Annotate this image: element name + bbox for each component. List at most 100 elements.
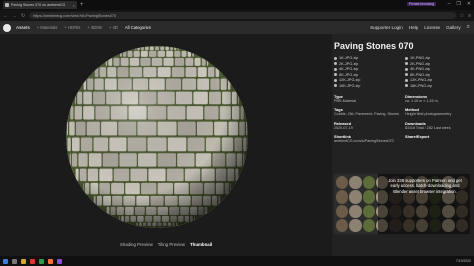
download-12k-png[interactable]: 12K-PNG.zip <box>405 78 472 82</box>
material-thumbnail <box>362 204 375 218</box>
promo-text: Join 338 supporters on Patreon and get e… <box>388 178 462 194</box>
site-logo[interactable] <box>3 23 11 32</box>
nav-hdris[interactable]: + HDRIs <box>64 25 80 30</box>
cobblestone-pattern <box>66 46 248 228</box>
info-value[interactable]: Cobble, Old, Pavement, Paving, Stones <box>334 112 401 116</box>
material-thumbnail <box>349 218 362 232</box>
nav-materials[interactable]: + Materials <box>37 25 58 30</box>
download-label: 16K-JPG.zip <box>339 83 361 88</box>
material-thumbnail <box>362 176 375 190</box>
license-link[interactable]: License <box>424 25 440 30</box>
info-value: 2020-07-19 <box>334 125 353 130</box>
download-icon <box>405 78 408 82</box>
private-browsing-badge: Private browsing <box>406 2 436 6</box>
app-icon[interactable] <box>39 258 44 264</box>
maximize-button[interactable]: ❐ <box>456 1 460 7</box>
favicon-icon <box>5 3 9 7</box>
info-tags: Tags Cobble, Old, Pavement, Paving, Ston… <box>334 107 401 116</box>
download-8k-png[interactable]: 8K-PNG.zip <box>405 73 472 77</box>
gallery-link[interactable]: Gallery <box>446 25 461 30</box>
download-icon <box>405 56 408 60</box>
asset-info: Type PBR-Material Dimensions ca. 1.15 m … <box>334 94 472 144</box>
download-label: 2K-PNG.zip <box>410 61 431 66</box>
close-window-button[interactable]: ✕ <box>467 1 471 7</box>
download-2k-jpg[interactable]: 2K-JPG.zip <box>334 62 401 66</box>
forward-icon[interactable]: → <box>12 13 17 19</box>
url-text: https://ambientcg.com/view?id=PavingSton… <box>33 13 117 18</box>
material-thumbnail <box>349 204 362 218</box>
download-label: 8K-PNG.zip <box>410 72 431 77</box>
material-thumbnail <box>349 176 362 190</box>
menu-icon[interactable]: ≡ <box>468 13 471 19</box>
nav-assets[interactable]: Assets <box>16 25 30 30</box>
firefox-icon[interactable] <box>48 258 53 264</box>
patreon-promo[interactable]: Join 338 supporters on Patreon and get e… <box>334 174 470 234</box>
address-toolbar: ← → ↻ https://ambientcg.com/view?id=Pavi… <box>0 10 474 21</box>
back-icon[interactable]: ← <box>3 13 8 19</box>
info-downloads: Downloads 83118 Total / 282 Last week <box>405 121 472 130</box>
material-thumbnail <box>336 204 349 218</box>
info-dimensions: Dimensions ca. 1.15 m × 1.15 m <box>405 94 472 103</box>
download-1k-png[interactable]: 1K-PNG.zip <box>405 56 472 60</box>
info-released: Released 2020-07-19 <box>334 121 401 130</box>
browser-icon[interactable] <box>57 258 62 264</box>
category-nav: + Materials + HDRIs + 3DMs + 3D All Cate… <box>37 25 151 30</box>
browser-tab-bar: Paving Stones 070 on ambientCG × + Priva… <box>0 0 474 10</box>
tab-shading-preview[interactable]: Shading Preview <box>120 242 153 247</box>
minimize-button[interactable]: – <box>448 1 451 7</box>
download-4k-jpg[interactable]: 4K-JPG.zip <box>334 67 401 71</box>
download-icon <box>405 84 408 88</box>
help-link[interactable]: Help <box>409 25 418 30</box>
material-thumbnail <box>362 218 375 232</box>
download-icon <box>405 67 408 71</box>
folder-icon[interactable] <box>21 258 26 264</box>
download-label: 4K-JPG.zip <box>339 67 359 72</box>
download-2k-png[interactable]: 2K-PNG.zip <box>405 62 472 66</box>
download-12k-jpg[interactable]: 12K-JPG.zip <box>334 78 401 82</box>
browser-tab[interactable]: Paving Stones 070 on ambientCG × <box>3 1 77 9</box>
download-icon <box>334 78 337 82</box>
tab-thumbnail[interactable]: Thumbnail <box>190 242 212 247</box>
download-list: 1K-JPG.zip 1K-PNG.zip 2K-JPG.zip 2K-PNG.… <box>334 56 472 88</box>
tab-tiling-preview[interactable]: Tiling Preview <box>158 242 185 247</box>
info-value: PBR-Material <box>334 98 356 103</box>
search-taskbar-icon[interactable] <box>12 258 17 264</box>
download-16k-jpg[interactable]: 16K-JPG.zip <box>334 84 401 88</box>
download-4k-png[interactable]: 4K-PNG.zip <box>405 67 472 71</box>
nav-3d[interactable]: + 3D <box>109 25 118 30</box>
download-label: 2K-JPG.zip <box>339 61 359 66</box>
download-label: 12K-JPG.zip <box>339 78 361 83</box>
bookmark-icon[interactable]: ☆ <box>460 13 464 19</box>
search-icon[interactable]: ⌕ <box>467 24 470 31</box>
download-label: 4K-PNG.zip <box>410 67 431 72</box>
window-controls: – ❐ ✕ <box>448 1 471 7</box>
shortlink-field[interactable]: ambientCG.com/a/PavingStones070 <box>334 139 401 143</box>
download-icon <box>405 62 408 66</box>
start-icon[interactable] <box>3 258 8 264</box>
info-value: ca. 1.15 m × 1.15 m <box>405 98 438 103</box>
info-value: Height field photogrammetry <box>405 112 452 117</box>
preview-tabs: Shading Preview Tiling Preview Thumbnail <box>0 242 332 247</box>
download-1k-jpg[interactable]: 1K-JPG.zip <box>334 56 401 60</box>
reload-icon[interactable]: ↻ <box>21 13 25 19</box>
info-share: Share/Export <box>405 134 472 143</box>
download-icon <box>405 73 408 77</box>
url-field[interactable]: https://ambientcg.com/view?id=PavingSton… <box>29 12 456 19</box>
material-thumbnail <box>336 190 349 204</box>
app-icon[interactable] <box>30 258 35 264</box>
new-tab-button[interactable]: + <box>80 2 84 8</box>
material-sphere-preview <box>66 46 248 228</box>
close-tab-icon[interactable]: × <box>73 3 75 8</box>
nav-3dms[interactable]: + 3DMs <box>87 25 102 30</box>
material-thumbnail <box>336 176 349 190</box>
nav-all-categories[interactable]: All Categories <box>125 25 151 30</box>
download-label: 8K-JPG.zip <box>339 72 359 77</box>
download-16k-png[interactable]: 16K-PNG.zip <box>405 84 472 88</box>
info-type: Type PBR-Material <box>334 94 401 103</box>
info-value: 83118 Total / 282 Last week <box>405 125 451 130</box>
asset-sidebar: Paving Stones 070 1K-JPG.zip 1K-PNG.zip … <box>332 34 474 256</box>
header-right-nav: Supporter Login Help License Gallery ⌕ <box>370 24 470 31</box>
download-8k-jpg[interactable]: 8K-JPG.zip <box>334 73 401 77</box>
supporter-login-link[interactable]: Supporter Login <box>370 25 403 30</box>
site-header: Assets + Materials + HDRIs + 3DMs + 3D A… <box>0 21 474 34</box>
